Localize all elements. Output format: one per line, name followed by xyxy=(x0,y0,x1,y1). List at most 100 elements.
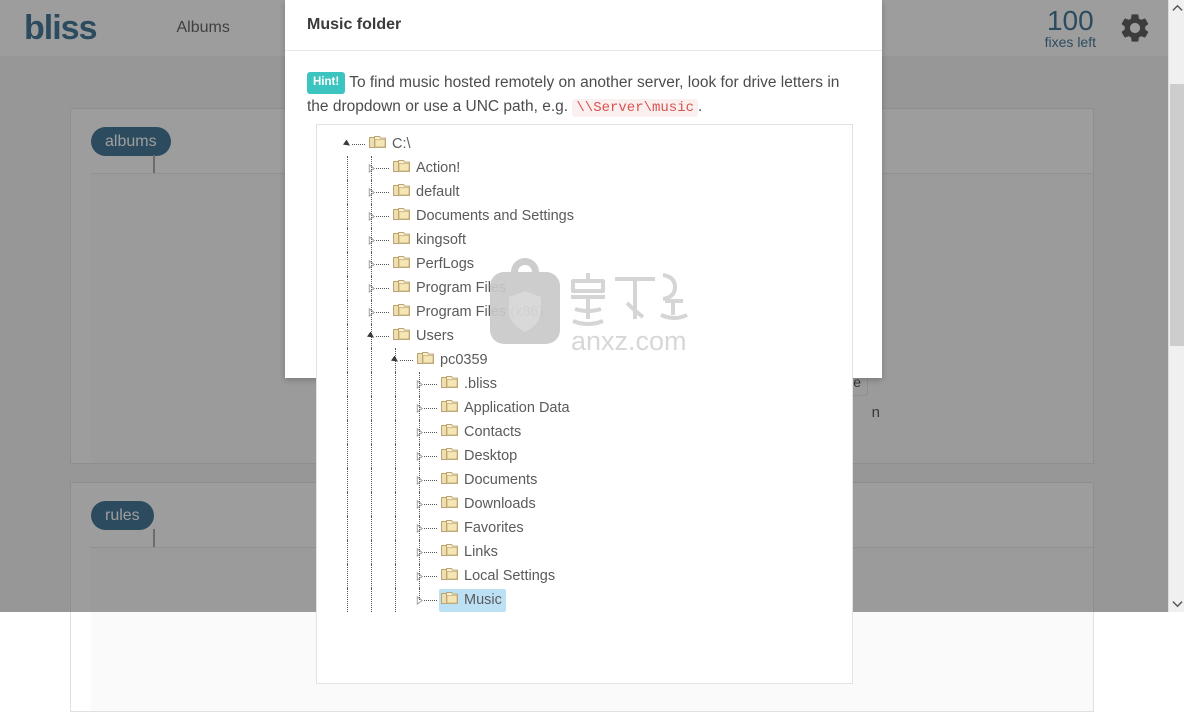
tree-guide-line xyxy=(395,468,396,492)
tree-guide-line xyxy=(347,252,348,276)
tree-node[interactable]: C:\ xyxy=(317,132,852,156)
tree-node-label: pc0359 xyxy=(440,352,488,368)
tree-node[interactable]: Application Data xyxy=(317,396,852,420)
tree-node-content[interactable]: Desktop xyxy=(439,445,521,468)
tree-node[interactable]: Links xyxy=(317,540,852,564)
tree-guide-line xyxy=(424,504,437,505)
folder-icon xyxy=(393,254,416,275)
tree-guide-line xyxy=(424,600,437,601)
tree-node[interactable]: Program Files (x86) xyxy=(317,300,852,324)
tree-node-label: Local Settings xyxy=(464,568,556,584)
tree-node-label: .bliss xyxy=(464,376,498,392)
tree-guide-line xyxy=(424,432,437,433)
tree-node-content[interactable]: default xyxy=(391,181,464,204)
tree-node-content[interactable]: Favorites xyxy=(439,517,528,540)
folder-icon xyxy=(441,446,464,467)
hint-message: Hint! To find music hosted remotely on an… xyxy=(307,71,860,120)
folder-icon xyxy=(441,494,464,515)
tree-node-label: PerfLogs xyxy=(416,256,475,272)
scrollbar-thumb[interactable] xyxy=(1170,84,1184,346)
page-scrollbar[interactable] xyxy=(1168,0,1184,612)
tree-node[interactable]: Contacts xyxy=(317,420,852,444)
tree-node-label: Documents and Settings xyxy=(416,208,574,224)
folder-icon xyxy=(393,182,416,203)
tree-node-content[interactable]: C:\ xyxy=(367,133,415,156)
tree-node[interactable]: .bliss xyxy=(317,372,852,396)
dialog-title: Music folder xyxy=(307,16,402,33)
tree-guide-line xyxy=(376,216,389,217)
tree-guide-line xyxy=(376,336,389,337)
tree-node[interactable]: Documents and Settings xyxy=(317,204,852,228)
tree-guide-line xyxy=(347,564,348,588)
tree-node[interactable]: PerfLogs xyxy=(317,252,852,276)
tree-guide-line xyxy=(395,492,396,516)
tree-node-content[interactable]: Program Files xyxy=(391,277,510,300)
tree-node-content[interactable]: Program Files (x86) xyxy=(391,301,547,324)
tree-node-content[interactable]: .bliss xyxy=(439,373,501,396)
folder-icon xyxy=(441,590,464,611)
tree-guide-line xyxy=(347,204,348,228)
folder-tree: C:\ Action! default Documents and Settings k… xyxy=(317,125,852,612)
dialog-body: Hint! To find music hosted remotely on an… xyxy=(285,51,882,120)
tree-node-label: Program Files xyxy=(416,280,507,296)
tree-node-content[interactable]: Downloads xyxy=(439,493,540,516)
tree-node-content[interactable]: Links xyxy=(439,541,502,564)
folder-icon xyxy=(393,206,416,227)
tree-node[interactable]: Music xyxy=(317,588,852,612)
tree-node-content[interactable]: kingsoft xyxy=(391,229,470,252)
tree-guide-line xyxy=(371,396,372,420)
tree-node[interactable]: Program Files xyxy=(317,276,852,300)
tree-guide-line xyxy=(371,420,372,444)
tree-node-content[interactable]: Contacts xyxy=(439,421,525,444)
tree-node-content[interactable]: Users xyxy=(391,325,458,348)
tree-node-content[interactable]: Action! xyxy=(391,157,464,180)
tree-node-content[interactable]: Music xyxy=(439,588,506,612)
tree-guide-line xyxy=(371,348,372,372)
tree-node-label: Application Data xyxy=(464,400,570,416)
hint-badge: Hint! xyxy=(307,72,346,94)
tree-node[interactable]: default xyxy=(317,180,852,204)
tree-guide-line xyxy=(376,312,389,313)
folder-icon xyxy=(441,422,464,443)
tree-node[interactable]: kingsoft xyxy=(317,228,852,252)
tree-node-label: Program Files (x86) xyxy=(416,304,544,320)
folder-icon xyxy=(393,326,416,347)
tree-guide-line xyxy=(424,480,437,481)
tree-node-content[interactable]: Documents xyxy=(439,469,541,492)
hint-text-trailing: . xyxy=(698,98,703,116)
tree-node-label: Users xyxy=(416,328,454,344)
tree-node[interactable]: pc0359 xyxy=(317,348,852,372)
tree-guide-line xyxy=(376,240,389,241)
tree-guide-line xyxy=(395,396,396,420)
folder-tree-panel[interactable]: C:\ Action! default Documents and Settings k… xyxy=(316,124,853,684)
tree-guide-line xyxy=(347,372,348,396)
tree-guide-line xyxy=(347,492,348,516)
unc-path-code: \\Server\music xyxy=(572,99,699,118)
chevron-up-icon[interactable] xyxy=(1169,0,1184,17)
tree-node-label: Documents xyxy=(464,472,538,488)
tree-node[interactable]: Action! xyxy=(317,156,852,180)
tree-node-content[interactable]: PerfLogs xyxy=(391,253,478,276)
tree-node[interactable]: Downloads xyxy=(317,492,852,516)
tree-node-label: Links xyxy=(464,544,498,560)
tree-node-label: default xyxy=(416,184,460,200)
tree-node-label: Music xyxy=(464,592,502,608)
tree-guide-line xyxy=(347,588,348,612)
folder-icon xyxy=(393,302,416,323)
tree-node-label: Contacts xyxy=(464,424,522,440)
tree-guide-line xyxy=(347,324,348,348)
tree-guide-line xyxy=(424,528,437,529)
tree-node-content[interactable]: pc0359 xyxy=(415,349,492,372)
tree-node-content[interactable]: Application Data xyxy=(439,397,574,420)
tree-guide-line xyxy=(347,276,348,300)
tree-guide-line xyxy=(347,180,348,204)
tree-node-content[interactable]: Documents and Settings xyxy=(391,205,578,228)
tree-node[interactable]: Documents xyxy=(317,468,852,492)
chevron-down-icon[interactable] xyxy=(1169,595,1184,612)
tree-node-content[interactable]: Local Settings xyxy=(439,565,559,588)
tree-node[interactable]: Desktop xyxy=(317,444,852,468)
tree-node[interactable]: Favorites xyxy=(317,516,852,540)
tree-node[interactable]: Users xyxy=(317,324,852,348)
tree-guide-line xyxy=(371,516,372,540)
tree-node[interactable]: Local Settings xyxy=(317,564,852,588)
